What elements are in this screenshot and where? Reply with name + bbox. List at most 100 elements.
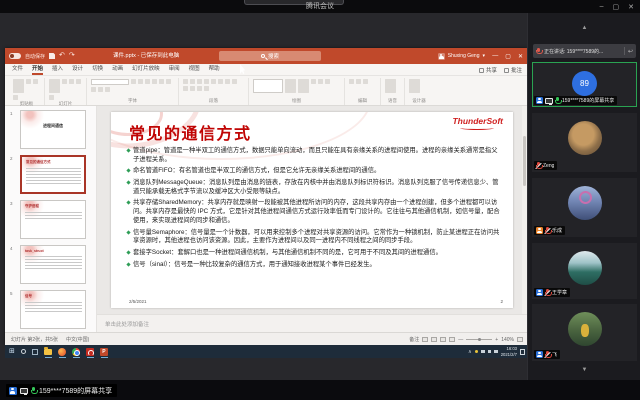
numbering-button[interactable] bbox=[190, 79, 195, 84]
tab-home[interactable]: 开始 bbox=[32, 64, 43, 75]
maximize-button[interactable]: ▢ bbox=[613, 3, 620, 11]
shadow-button[interactable] bbox=[159, 79, 164, 84]
align-text-button[interactable] bbox=[204, 86, 209, 91]
shape-outline-button[interactable] bbox=[318, 79, 323, 84]
language-indicator[interactable]: 中文(中国) bbox=[66, 336, 89, 343]
reading-view-button[interactable] bbox=[440, 337, 446, 342]
tab-file[interactable]: 文件 bbox=[12, 64, 23, 75]
start-button[interactable]: ⊞ bbox=[9, 345, 15, 358]
thumbnail-slide-1[interactable]: 1 进程间通信 bbox=[5, 109, 97, 153]
ppt-close-button[interactable]: ✕ bbox=[518, 53, 523, 60]
redo-icon[interactable]: ↷ bbox=[69, 48, 75, 64]
align-left-button[interactable] bbox=[218, 79, 223, 84]
slideshow-view-button[interactable] bbox=[449, 337, 455, 342]
minimize-button[interactable]: – bbox=[600, 3, 604, 10]
participant-tile-zeng[interactable]: Zeng bbox=[532, 113, 637, 172]
search-taskbar-icon[interactable] bbox=[21, 349, 26, 354]
shapes-gallery[interactable] bbox=[253, 79, 283, 93]
account-area[interactable]: Shuxing Geng ▾ bbox=[438, 48, 485, 64]
network-tray-icon[interactable] bbox=[488, 350, 492, 354]
read-aloud-button[interactable] bbox=[385, 79, 396, 93]
save-icon[interactable] bbox=[49, 53, 55, 59]
underline-button[interactable] bbox=[152, 79, 157, 84]
section-button[interactable] bbox=[76, 79, 81, 84]
layout-button[interactable] bbox=[62, 79, 67, 84]
tab-transitions[interactable]: 切换 bbox=[92, 64, 103, 75]
italic-button[interactable] bbox=[145, 79, 150, 84]
thumbnail-slide-3[interactable]: 3 守护进程 bbox=[5, 199, 97, 243]
file-explorer-taskbar-item[interactable] bbox=[44, 345, 52, 358]
autosave-toggle[interactable] bbox=[9, 53, 21, 59]
close-button[interactable]: ✕ bbox=[628, 3, 634, 11]
search-box[interactable]: 搜索 bbox=[219, 51, 321, 61]
shape-fill-button[interactable] bbox=[311, 79, 316, 84]
tab-insert[interactable]: 插入 bbox=[52, 64, 63, 75]
sidebar-collapse-arrow[interactable]: ▲ bbox=[528, 25, 640, 31]
thumbnail-slide-4[interactable]: 4 task_struct bbox=[5, 244, 97, 288]
volume-tray-icon[interactable] bbox=[494, 350, 498, 354]
font-size-box[interactable] bbox=[131, 79, 136, 84]
cut-button[interactable] bbox=[26, 79, 31, 84]
notes-pane[interactable]: 单击此处添加备注 bbox=[97, 314, 527, 332]
action-center-icon[interactable] bbox=[520, 349, 525, 355]
participant-tile-fei[interactable]: 飞 bbox=[532, 304, 637, 361]
taskbar-clock[interactable]: 16:03 2021/2/7 bbox=[501, 346, 517, 356]
thumbnail-slide-2-selected[interactable]: 2 常见的通信方式 bbox=[5, 154, 97, 198]
share-button[interactable]: 共享 bbox=[479, 66, 497, 74]
slide-sorter-view-button[interactable] bbox=[431, 337, 437, 342]
security-tray-icon[interactable] bbox=[475, 350, 479, 354]
battery-tray-icon[interactable] bbox=[481, 350, 485, 354]
font-color-button[interactable] bbox=[98, 87, 103, 92]
paste-button[interactable] bbox=[13, 79, 24, 93]
tray-expand-icon[interactable]: ∧ bbox=[468, 349, 472, 355]
tab-view[interactable]: 视图 bbox=[189, 64, 200, 75]
find-button[interactable] bbox=[349, 79, 354, 84]
comments-button[interactable]: 批注 bbox=[504, 66, 522, 74]
firefox-taskbar-item[interactable] bbox=[58, 345, 66, 358]
share-owner-chip[interactable]: 159****7589的屏幕共享 bbox=[6, 384, 117, 397]
zoom-percentage[interactable]: 140% bbox=[501, 337, 514, 343]
strikethrough-button[interactable] bbox=[166, 79, 171, 84]
participant-tile-wangxuezhang[interactable]: 王学章 bbox=[532, 243, 637, 299]
ppt-maximize-button[interactable]: ▢ bbox=[505, 53, 511, 60]
tab-slideshow[interactable]: 幻灯片放映 bbox=[132, 64, 160, 75]
shape-effects-button[interactable] bbox=[325, 79, 330, 84]
tab-review[interactable]: 审阅 bbox=[169, 64, 180, 75]
new-slide-button[interactable] bbox=[49, 79, 60, 93]
align-right-button[interactable] bbox=[232, 79, 237, 84]
participant-tile-sharer[interactable]: 89 159****7589的屏幕共享 bbox=[532, 62, 637, 107]
highlight-button[interactable] bbox=[105, 87, 110, 92]
notes-toggle-button[interactable]: 备注 bbox=[409, 336, 419, 343]
task-view-icon[interactable] bbox=[32, 349, 38, 355]
zoom-in-button[interactable]: + bbox=[495, 337, 498, 343]
columns-button[interactable] bbox=[190, 86, 195, 91]
participant-tile-lecheng[interactable]: 乐成 bbox=[532, 178, 637, 237]
ppt-minimize-button[interactable]: — bbox=[492, 53, 498, 59]
powerpoint-taskbar-item[interactable]: P bbox=[100, 345, 108, 358]
chrome-taskbar-item[interactable] bbox=[72, 345, 80, 358]
sidebar-scroll-down-arrow[interactable]: ▼ bbox=[528, 367, 640, 373]
align-center-button[interactable] bbox=[225, 79, 230, 84]
line-spacing-button[interactable] bbox=[211, 79, 216, 84]
tab-design[interactable]: 设计 bbox=[72, 64, 83, 75]
font-name-box[interactable] bbox=[91, 79, 129, 85]
reset-button[interactable] bbox=[69, 79, 74, 84]
acrobat-taskbar-item[interactable] bbox=[86, 345, 94, 358]
designer-button[interactable] bbox=[409, 79, 420, 93]
tab-animations[interactable]: 动画 bbox=[112, 64, 123, 75]
speaking-banner[interactable]: 正在讲话: 159****7589的... ↩ bbox=[533, 44, 636, 58]
normal-view-button[interactable] bbox=[422, 337, 428, 342]
indent-decrease-button[interactable] bbox=[197, 79, 202, 84]
zoom-out-button[interactable]: — bbox=[458, 337, 463, 343]
thumbnail-slide-5[interactable]: 5 信号 bbox=[5, 289, 97, 333]
bold-button[interactable] bbox=[138, 79, 143, 84]
select-button[interactable] bbox=[363, 79, 368, 84]
zoom-slider[interactable] bbox=[466, 339, 492, 340]
char-spacing-button[interactable] bbox=[91, 87, 96, 92]
undo-icon[interactable]: ↶ bbox=[59, 48, 65, 64]
account-dropdown-icon[interactable]: ▾ bbox=[482, 53, 485, 59]
justify-button[interactable] bbox=[183, 86, 188, 91]
banner-back-icon[interactable]: ↩ bbox=[628, 48, 633, 55]
replace-button[interactable] bbox=[356, 79, 361, 84]
bullets-button[interactable] bbox=[183, 79, 188, 84]
